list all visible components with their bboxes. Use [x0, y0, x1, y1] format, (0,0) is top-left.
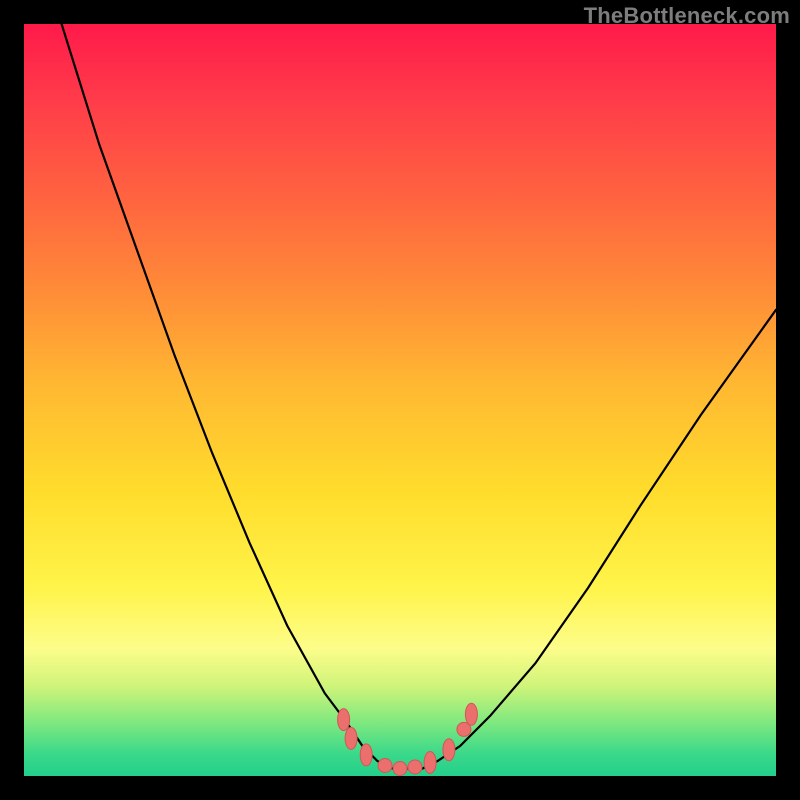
curve-marker — [338, 709, 350, 731]
bottleneck-curve — [62, 24, 776, 769]
watermark-label: TheBottleneck.com — [584, 3, 790, 29]
curve-marker — [424, 752, 436, 774]
curve-marker — [393, 762, 407, 776]
curve-marker — [408, 760, 422, 774]
curve-marker — [378, 759, 392, 773]
chart-plot-area — [24, 24, 776, 776]
curve-marker — [465, 703, 477, 725]
curve-marker — [360, 744, 372, 766]
curve-marker — [345, 727, 357, 749]
chart-frame: TheBottleneck.com — [0, 0, 800, 800]
chart-svg — [24, 24, 776, 776]
curve-marker — [443, 739, 455, 761]
